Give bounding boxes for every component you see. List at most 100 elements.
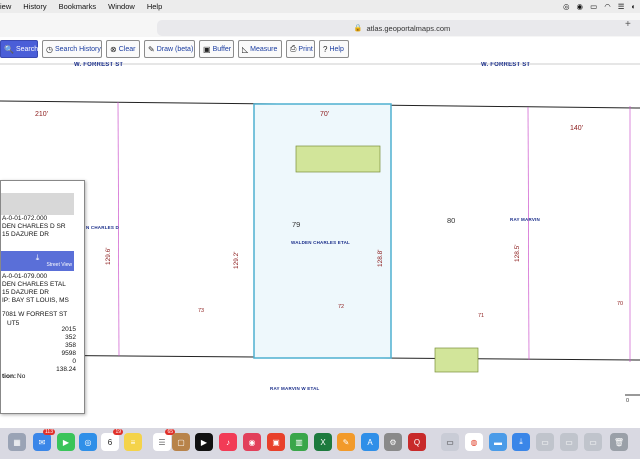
buffer-icon: ▣ <box>203 44 211 54</box>
location-address: 7081 W FORREST ST <box>2 311 68 318</box>
printer-icon: ⎙ <box>290 44 297 53</box>
parcel-number: 71 <box>478 313 485 319</box>
music-icon[interactable]: ♪ <box>219 433 237 451</box>
preview-icon[interactable]: ▭ <box>441 433 459 451</box>
podcasts-icon[interactable]: ◉ <box>243 433 261 451</box>
notes-icon[interactable]: ≡ <box>124 433 142 451</box>
exemption-value: No <box>17 373 26 380</box>
menu-bookmarks[interactable]: Bookmarks <box>59 2 97 11</box>
menu-view[interactable]: iew <box>0 2 11 11</box>
measure-button[interactable]: ◺ Measure <box>238 40 282 58</box>
folder-icon[interactable]: ▬ <box>489 433 507 451</box>
frontage-dimension: 140' <box>570 125 584 132</box>
control-center-icon[interactable]: ☰ <box>618 2 625 11</box>
photo-booth-icon[interactable]: ▣ <box>267 433 285 451</box>
clear-button[interactable]: ⊗ Clear <box>106 40 140 58</box>
parcel-boundary-line <box>527 106 530 361</box>
search-button[interactable]: 🔍 Search <box>0 40 38 58</box>
depth-dimension: 129.2' <box>233 251 240 269</box>
app-store-icon[interactable]: A <box>361 433 379 451</box>
mail-icon[interactable]: ✉ 113 <box>33 429 55 451</box>
help-button[interactable]: ? Help <box>319 40 349 58</box>
search-history-button[interactable]: ◷ Search History <box>42 40 102 58</box>
owner-label: RAY MARVIN <box>510 217 540 222</box>
system-preferences-icon[interactable]: ⚙ <box>384 433 402 451</box>
window-icon[interactable]: ▭ <box>584 433 602 451</box>
excel-icon[interactable]: X <box>314 433 332 451</box>
street-label: W. FORREST ST <box>481 62 531 68</box>
wifi-icon[interactable]: ◠ <box>604 2 611 11</box>
search-icon: 🔍 <box>4 44 14 54</box>
url-text: atlas.geoportalmaps.com <box>366 23 451 33</box>
user-icon[interactable]: ◉ <box>577 2 584 11</box>
parcel-id: A-0-01-072.000 <box>2 215 48 222</box>
street-label: W. FORREST ST <box>74 62 124 68</box>
window-icon[interactable]: ▭ <box>560 433 578 451</box>
chrome-icon[interactable]: ◍ <box>465 433 483 451</box>
status-icons: ◎ ◉ ▭ ◠ ☰ ◐ <box>563 0 636 13</box>
battery-icon[interactable]: ▭ <box>590 2 597 11</box>
ruler-icon: ◺ <box>242 44 249 54</box>
launchpad-icon[interactable]: ▦ <box>8 433 26 451</box>
depth-dimension: 128.8' <box>377 249 384 267</box>
menu-history[interactable]: History <box>23 2 46 11</box>
assessment-value: 358 <box>65 342 76 349</box>
street-view-button[interactable]: ⤓ Street View <box>1 251 74 271</box>
menu-help[interactable]: Help <box>147 2 162 11</box>
assessment-value: 9598 <box>61 350 76 357</box>
downloads-icon[interactable]: ⤓ <box>512 433 530 451</box>
assessment-value: 352 <box>65 334 76 341</box>
map-toolbar: 🔍 Search ◷ Search History ⊗ Clear ✎ Draw… <box>0 38 640 62</box>
draw-button[interactable]: ✎ Draw (beta) <box>144 40 195 58</box>
apple-tv-icon[interactable]: ▶ <box>195 433 213 451</box>
depth-dimension: 128.5' <box>514 244 521 262</box>
owner-name: DEN CHARLES D SR <box>2 223 66 230</box>
menu-bar: iew History Bookmarks Window Help ◎ ◉ ▭ … <box>0 0 640 13</box>
depth-dimension: 129.6' <box>105 247 112 265</box>
buffer-button[interactable]: ▣ Buffer <box>199 40 234 58</box>
map-canvas[interactable]: W. FORREST ST W. FORREST ST 210' 70' 140… <box>0 62 640 427</box>
reminders-icon[interactable]: ☰ 65 <box>153 429 175 451</box>
owner-label: N CHARLES D <box>86 225 119 230</box>
scale-label: 0 <box>626 398 630 404</box>
lock-icon: 🔒 <box>353 25 363 32</box>
window-icon[interactable]: ▭ <box>536 433 554 451</box>
pages-icon[interactable]: ✎ <box>337 433 355 451</box>
frontage-dimension: 70' <box>320 111 330 118</box>
calendar-icon[interactable]: 6 19 <box>101 429 123 451</box>
print-button[interactable]: ⎙ Print <box>286 40 315 58</box>
parcel-number: 73 <box>198 308 205 314</box>
parcel-info-panel: A-0-01-072.000 DEN CHARLES D SR 15 DAZUR… <box>0 180 85 414</box>
facetime-icon[interactable]: ▶ <box>57 433 75 451</box>
assessment-value: 2015 <box>61 326 76 333</box>
owner-label: WALDEN CHARLES ETAL <box>291 240 350 245</box>
building-footprint[interactable] <box>295 145 381 173</box>
display-icon[interactable]: ◎ <box>563 2 570 11</box>
new-tab-button[interactable]: + <box>625 19 631 30</box>
parcel-id: A-0-01-079.000 <box>2 273 48 280</box>
frontage-dimension: 210' <box>35 111 49 118</box>
pencil-icon: ✎ <box>148 44 155 54</box>
siri-icon[interactable]: ◐ <box>631 2 636 11</box>
help-icon: ? <box>323 44 328 54</box>
assessment-value: 138.24 <box>56 366 76 373</box>
exemption-label: tion: <box>2 373 17 380</box>
selected-parcel[interactable] <box>253 103 392 359</box>
owner-name: DEN CHARLES ETAL <box>2 281 66 288</box>
trash-icon[interactable]: 🗑 <box>610 433 628 451</box>
parcel-number: 70 <box>617 301 624 307</box>
building-footprint[interactable] <box>434 347 479 373</box>
safari-icon[interactable]: ◎ <box>79 433 97 451</box>
owner-city: IP: BAY ST LOUIS, MS <box>2 297 69 304</box>
qgis-icon[interactable]: Q <box>408 433 426 451</box>
lot-number: 79 <box>292 220 301 229</box>
finder-icon[interactable]: ▢ <box>172 433 190 451</box>
numbers-icon[interactable]: ▥ <box>290 433 308 451</box>
address-bar[interactable]: 🔒 atlas.geoportalmaps.com <box>157 20 640 36</box>
menu-window[interactable]: Window <box>108 2 135 11</box>
download-icon: ⤓ <box>35 253 40 262</box>
owner-address: 15 DAZURE DR <box>2 231 49 238</box>
browser-chrome: 🔒 atlas.geoportalmaps.com + <box>0 13 640 37</box>
owner-label: RAY MARVIN W ETAL <box>270 386 320 391</box>
panel-header <box>1 193 74 215</box>
